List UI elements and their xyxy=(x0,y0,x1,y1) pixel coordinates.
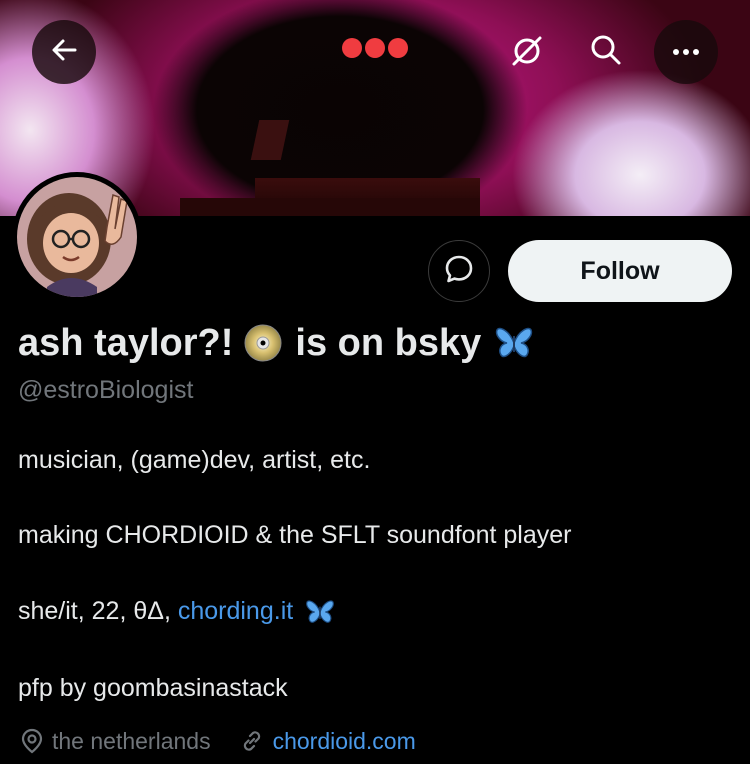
message-button[interactable] xyxy=(428,240,490,302)
display-name-part1: ash taylor?! xyxy=(18,321,234,364)
bio-line-2: making CHORDIOID & the SFLT soundfont pl… xyxy=(18,521,572,549)
profile-website-link[interactable]: chordioid.com xyxy=(273,728,416,755)
search-icon xyxy=(589,33,623,72)
butterfly-emoji xyxy=(495,326,533,360)
avatar-image xyxy=(17,177,137,297)
bio-line-3: she/it, 22, θΔ, chording.it xyxy=(18,597,335,626)
bio-line-4: pfp by goombasinastack xyxy=(18,674,288,702)
banner-floor-shape xyxy=(180,198,480,216)
bio-line-1: musician, (game)dev, artist, etc. xyxy=(18,446,371,474)
disc-emoji xyxy=(243,323,283,363)
avatar[interactable] xyxy=(12,172,142,302)
live-indicator-dots xyxy=(338,36,412,60)
more-icon xyxy=(672,43,700,61)
location-icon xyxy=(20,728,44,754)
grok-button[interactable] xyxy=(506,32,548,74)
bio-line-3-text: she/it, 22, θΔ, xyxy=(18,597,178,625)
display-name: ash taylor?! is on bsky xyxy=(18,318,533,368)
follow-button[interactable]: Follow xyxy=(508,240,732,302)
back-button[interactable] xyxy=(32,20,96,84)
link-icon xyxy=(239,728,265,754)
bio-link-chording[interactable]: chording.it xyxy=(178,597,293,626)
search-button[interactable] xyxy=(584,30,628,74)
display-name-part2: is on bsky xyxy=(295,321,482,364)
profile-meta-row: the netherlands chordioid.com xyxy=(20,726,416,756)
butterfly-emoji xyxy=(305,599,335,625)
profile-handle: @estroBiologist xyxy=(18,376,194,404)
more-button[interactable] xyxy=(654,20,718,84)
grok-icon xyxy=(510,34,544,73)
banner-piano-shape xyxy=(250,120,290,160)
back-arrow-icon xyxy=(49,35,79,70)
message-icon xyxy=(443,253,475,290)
profile-location: the netherlands xyxy=(52,727,211,754)
